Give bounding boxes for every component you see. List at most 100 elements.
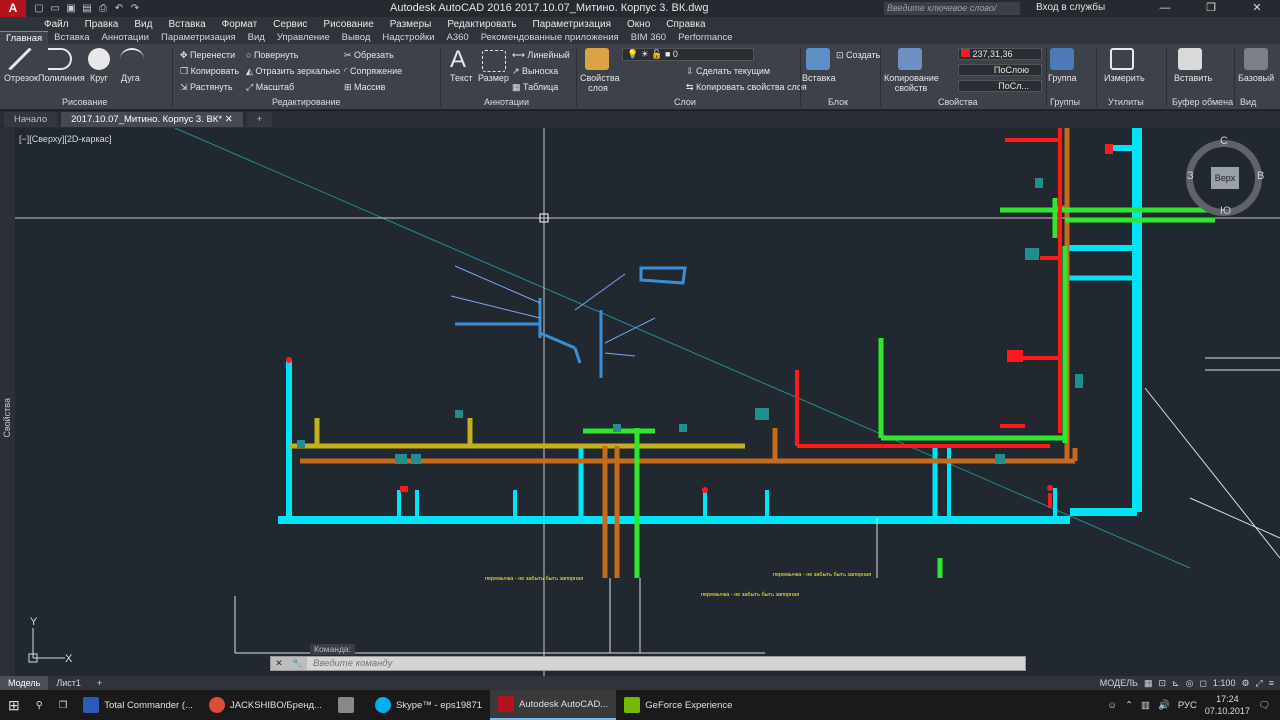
- match-properties-button[interactable]: Копирование свойств: [884, 73, 939, 93]
- tab-model-layout[interactable]: Модель: [0, 676, 49, 690]
- tab-parametric[interactable]: Параметризация: [155, 31, 242, 44]
- redo-icon[interactable]: ↷: [128, 2, 142, 15]
- taskbar-app[interactable]: GeForce Experience: [616, 690, 740, 720]
- measure-button[interactable]: Измерить: [1104, 73, 1145, 83]
- panel-title-layers[interactable]: Слои: [674, 97, 696, 107]
- people-icon[interactable]: ☺: [1107, 700, 1117, 711]
- menu-item[interactable]: Окно: [619, 19, 658, 30]
- network-icon[interactable]: ▥: [1141, 700, 1150, 711]
- stretch-button[interactable]: ⇲ Растянуть: [180, 82, 233, 93]
- fullscreen-icon[interactable]: ⤢: [1256, 678, 1263, 689]
- tab-home[interactable]: Главная: [0, 31, 49, 44]
- tab-manage[interactable]: Управление: [271, 31, 336, 44]
- menu-item[interactable]: Параметризация: [524, 19, 619, 30]
- match-layer-button[interactable]: ⇆ Копировать свойства слоя: [686, 82, 807, 93]
- open-icon[interactable]: ▭: [48, 2, 62, 15]
- menu-icon[interactable]: ≡: [1269, 678, 1274, 688]
- volume-icon[interactable]: 🔊: [1158, 700, 1170, 711]
- wrench-icon[interactable]: 🔧: [291, 658, 302, 669]
- measure-icon[interactable]: [1110, 48, 1134, 70]
- panel-title-view[interactable]: Вид: [1240, 97, 1256, 107]
- linear-button[interactable]: ⟷ Линейный: [512, 50, 570, 61]
- layer-properties-button[interactable]: Свойства слоя: [580, 73, 620, 93]
- paste-button[interactable]: Вставить: [1174, 73, 1212, 83]
- base-view-button[interactable]: Базовый: [1238, 73, 1274, 83]
- menu-item[interactable]: Сервис: [265, 19, 315, 30]
- new-tab-button[interactable]: +: [246, 112, 273, 127]
- group-icon[interactable]: [1050, 48, 1074, 70]
- layer-properties-icon[interactable]: [585, 48, 609, 70]
- doc-tab-current[interactable]: 2017.10.07_Митино. Корпус 3. ВК* ✕: [61, 112, 243, 127]
- saveas-icon[interactable]: ▤: [80, 2, 94, 15]
- grid-icon[interactable]: ▦: [1144, 678, 1153, 689]
- viewcube-west[interactable]: З: [1187, 170, 1194, 182]
- tab-performance[interactable]: Performance: [672, 31, 738, 44]
- plot-icon[interactable]: ⎙: [96, 2, 110, 15]
- color-dropdown[interactable]: 237,31,36: [958, 48, 1042, 60]
- clock[interactable]: 17:24 07.10.2017: [1205, 693, 1250, 717]
- line-icon[interactable]: [8, 48, 32, 70]
- undo-icon[interactable]: ↶: [112, 2, 126, 15]
- viewcube-north[interactable]: С: [1220, 135, 1228, 147]
- menu-item[interactable]: Размеры: [382, 19, 440, 30]
- command-input[interactable]: [307, 658, 907, 669]
- paste-icon[interactable]: [1178, 48, 1202, 70]
- notifications-icon[interactable]: 🗨: [1258, 700, 1270, 711]
- arc-icon[interactable]: [120, 48, 144, 70]
- group-button[interactable]: Группа: [1048, 73, 1077, 83]
- tab-output[interactable]: Вывод: [336, 31, 377, 44]
- dimension-button[interactable]: Размер: [478, 73, 509, 83]
- add-layout-button[interactable]: +: [89, 676, 110, 690]
- arc-button[interactable]: Дуга: [121, 73, 140, 83]
- tab-sheet1[interactable]: Лист1: [48, 676, 89, 690]
- taskbar-app[interactable]: [330, 690, 367, 720]
- tab-annotate[interactable]: Аннотации: [95, 31, 155, 44]
- taskbar-app[interactable]: Skype™ - eps19871: [367, 690, 490, 720]
- panel-title-properties[interactable]: Свойства: [938, 97, 978, 107]
- search-button[interactable]: ⚲: [28, 690, 51, 720]
- insert-block-button[interactable]: Вставка: [802, 73, 835, 83]
- panel-title-clipboard[interactable]: Буфер обмена: [1172, 97, 1233, 107]
- lineweight-dropdown[interactable]: ПоСл...: [958, 80, 1042, 92]
- close-icon[interactable]: ✕: [275, 658, 283, 669]
- taskbar-app[interactable]: Total Commander (...: [75, 690, 201, 720]
- linetype-dropdown[interactable]: ПоСлою: [958, 64, 1042, 76]
- insert-block-icon[interactable]: [806, 48, 830, 70]
- match-properties-icon[interactable]: [898, 48, 922, 70]
- make-current-button[interactable]: ⇩ Сделать текущим: [686, 66, 770, 77]
- mirror-button[interactable]: ◭ Отразить зеркально: [246, 66, 340, 77]
- menu-item[interactable]: Вид: [126, 19, 160, 30]
- layer-dropdown[interactable]: 💡 ☀ 🔓 ■ 0: [622, 48, 754, 61]
- polyline-button[interactable]: Полилиния: [38, 73, 85, 83]
- array-button[interactable]: ⊞ Массив: [344, 82, 385, 93]
- tab-insert[interactable]: Вставка: [48, 31, 95, 44]
- tab-view[interactable]: Вид: [242, 31, 271, 44]
- viewport-controls[interactable]: [−][Сверху][2D-каркас]: [19, 134, 112, 144]
- task-view-button[interactable]: ❐: [51, 690, 76, 720]
- close-icon[interactable]: ✕: [1234, 0, 1280, 17]
- viewcube-top-face[interactable]: Верх: [1211, 167, 1239, 189]
- panel-title-draw[interactable]: Рисование: [62, 97, 107, 107]
- panel-title-modify[interactable]: Редактирование: [272, 97, 341, 107]
- text-button[interactable]: Текст: [450, 73, 473, 83]
- minimize-icon[interactable]: —: [1142, 0, 1188, 17]
- menu-item[interactable]: Правка: [77, 19, 127, 30]
- tab-addins[interactable]: Надстройки: [376, 31, 440, 44]
- menu-item[interactable]: Файл: [36, 19, 77, 30]
- doc-tab-start[interactable]: Начало: [4, 112, 58, 127]
- menu-item[interactable]: Рисование: [315, 19, 381, 30]
- autocad-logo-icon[interactable]: A: [0, 0, 26, 17]
- ortho-icon[interactable]: ⊾: [1172, 678, 1180, 689]
- menu-item[interactable]: Справка: [658, 19, 713, 30]
- taskbar-app[interactable]: Autodesk AutoCAD...: [490, 690, 617, 720]
- close-tab-icon[interactable]: ✕: [225, 114, 233, 125]
- panel-title-utilities[interactable]: Утилиты: [1108, 97, 1144, 107]
- move-button[interactable]: ✥ Перенести: [180, 50, 235, 61]
- tab-bim360[interactable]: BIM 360: [625, 31, 672, 44]
- menu-item[interactable]: Редактировать: [439, 19, 524, 30]
- restore-icon[interactable]: ❐: [1188, 0, 1234, 17]
- leader-button[interactable]: ↗ Выноска: [512, 66, 558, 77]
- dimension-icon[interactable]: [482, 50, 506, 72]
- menu-item[interactable]: Вставка: [160, 19, 213, 30]
- search-input[interactable]: Введите ключевое слово/фразу: [884, 2, 1020, 26]
